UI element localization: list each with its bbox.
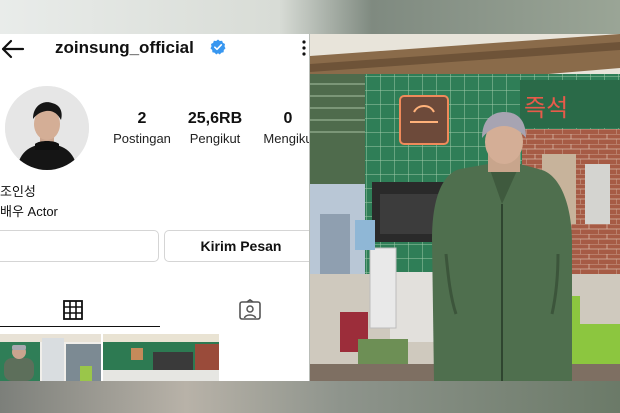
instagram-profile-panel: zoinsung_official 2 Postingan 25,6RB Pen… xyxy=(0,34,309,381)
follow-button[interactable] xyxy=(0,230,159,262)
stat-posts[interactable]: 2 Postingan xyxy=(108,110,176,146)
profile-header: zoinsung_official xyxy=(0,34,309,64)
stat-followers-label: Pengikut xyxy=(189,131,241,146)
tagged-icon xyxy=(239,299,261,320)
stat-following-label: Mengiku xyxy=(263,131,309,146)
tab-tagged[interactable] xyxy=(160,296,309,326)
back-arrow-icon[interactable] xyxy=(0,38,26,60)
stat-followers-count: 25,6RB xyxy=(187,110,243,127)
username: zoinsung_official xyxy=(55,38,194,57)
post-thumbnail[interactable] xyxy=(0,334,101,381)
frame-top-blur xyxy=(0,0,620,34)
restaurant-photo: 즉석 xyxy=(310,34,620,381)
verified-badge-icon xyxy=(210,39,226,55)
stat-following[interactable]: 0 Mengiku xyxy=(255,110,309,146)
stat-posts-count: 2 xyxy=(137,110,147,127)
frame-bottom-blur xyxy=(0,381,620,413)
post-thumbnail[interactable] xyxy=(103,334,219,381)
avatar[interactable] xyxy=(5,86,89,170)
profile-name: 조인성 xyxy=(0,184,36,199)
grid-icon xyxy=(63,300,83,320)
neon-sign-text: 즉석 xyxy=(524,94,568,122)
more-options-icon[interactable] xyxy=(301,39,307,57)
send-message-button[interactable]: Kirim Pesan xyxy=(164,230,309,262)
profile-bio: 배우 Actor xyxy=(0,204,58,219)
stat-posts-label: Postingan xyxy=(113,131,171,146)
stat-following-count: 0 xyxy=(283,110,293,127)
tab-posts-grid[interactable] xyxy=(0,296,160,327)
stat-followers[interactable]: 25,6RB Pengikut xyxy=(182,110,248,146)
